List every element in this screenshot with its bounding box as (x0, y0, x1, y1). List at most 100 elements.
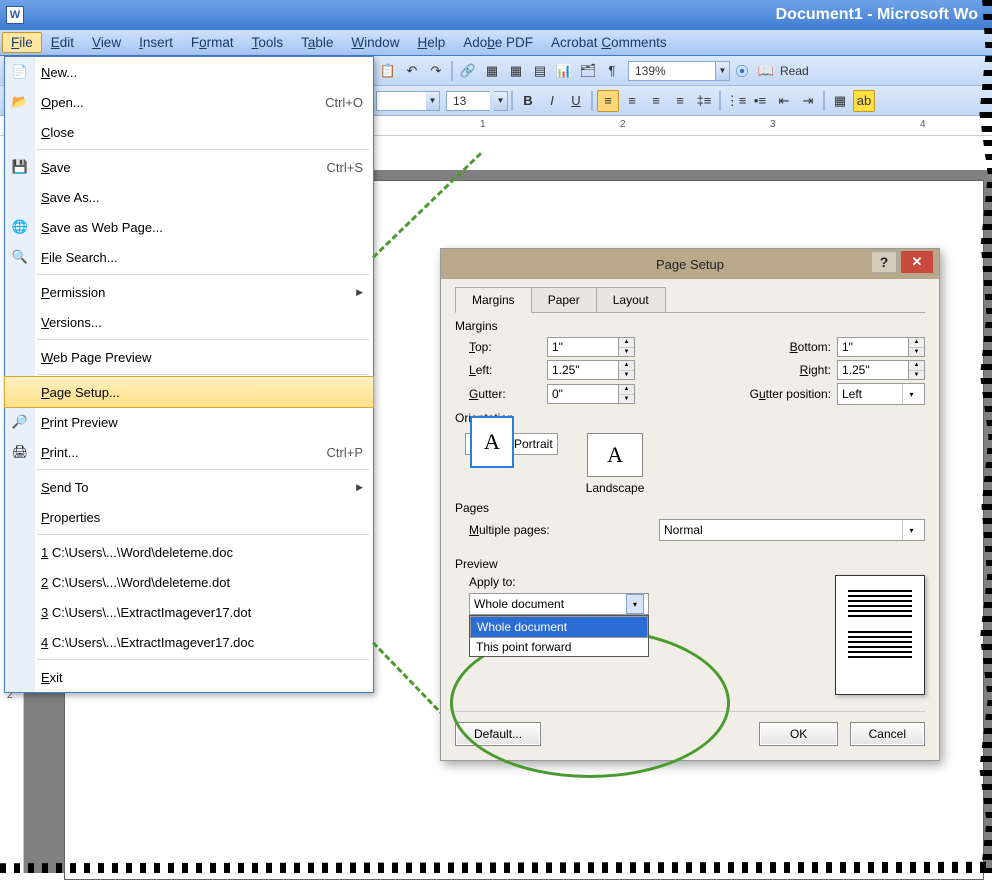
menu-edit[interactable]: Edit (42, 32, 83, 53)
pages-label: Pages (455, 501, 925, 515)
line-spacing-button[interactable]: ‡≡ (693, 90, 715, 112)
dialog-help-button[interactable]: ? (871, 251, 897, 273)
font-size-combo[interactable]: 13 (446, 91, 490, 111)
file-menu-item[interactable]: 💾SaveCtrl+S (5, 152, 373, 182)
font-size-arrow[interactable]: ▼ (494, 91, 508, 111)
border-button[interactable]: ▦ (829, 90, 851, 112)
menu-item-icon (5, 307, 35, 337)
bottom-spinner[interactable]: ▲▼ (837, 337, 925, 357)
file-menu-item[interactable]: 2 C:\Users\...\Word\deleteme.dot (5, 567, 373, 597)
multi-pages-select[interactable]: Normal▾ (659, 519, 925, 541)
menu-item-icon (5, 472, 35, 502)
right-spinner[interactable]: ▲▼ (837, 360, 925, 380)
dialog-close-button[interactable]: ✕ (901, 251, 933, 273)
top-spinner[interactable]: ▲▼ (547, 337, 635, 357)
left-spinner[interactable]: ▲▼ (547, 360, 635, 380)
gutter-pos-select[interactable]: Left▾ (837, 383, 925, 405)
zoom-combo[interactable]: 139% (628, 61, 716, 81)
toolbar-icon[interactable]: ▤ (529, 60, 551, 82)
file-menu-item[interactable]: 🌐Save as Web Page... (5, 212, 373, 242)
apply-option-forward[interactable]: This point forward (470, 638, 648, 656)
menu-window[interactable]: Window (342, 32, 408, 53)
toolbar-icon[interactable]: ¶ (601, 60, 623, 82)
menu-item-icon: 💾 (5, 152, 35, 182)
toolbar-icon[interactable]: ▦ (505, 60, 527, 82)
toolbar-icon[interactable]: 🔗 (457, 60, 479, 82)
menu-file[interactable]: File (2, 32, 42, 53)
page-preview (835, 575, 925, 695)
default-button[interactable]: Default... (455, 722, 541, 746)
file-menu-item[interactable]: 🖨Print...Ctrl+P (5, 437, 373, 467)
file-menu-item[interactable]: 📂Open...Ctrl+O (5, 87, 373, 117)
tab-paper[interactable]: Paper (531, 287, 597, 313)
orientation-portrait[interactable]: A Portrait (465, 433, 558, 455)
tab-layout[interactable]: Layout (596, 287, 666, 313)
file-menu-item[interactable]: 4 C:\Users\...\ExtractImagever17.doc (5, 627, 373, 657)
file-menu-item[interactable]: Close (5, 117, 373, 147)
orientation-landscape[interactable]: A Landscape (586, 433, 645, 495)
menu-item-icon: 📂 (5, 87, 35, 117)
font-dropdown-arrow[interactable]: ▼ (426, 91, 440, 111)
file-menu-item[interactable]: Save As... (5, 182, 373, 212)
file-menu-item[interactable]: 📄New... (5, 57, 373, 87)
file-menu-item[interactable]: 🔎Print Preview (5, 407, 373, 437)
file-menu-item[interactable]: 1 C:\Users\...\Word\deleteme.doc (5, 537, 373, 567)
file-menu-item[interactable]: Properties (5, 502, 373, 532)
bold-button[interactable]: B (517, 90, 539, 112)
toolbar-icon[interactable]: ▦ (481, 60, 503, 82)
align-right-button[interactable]: ≡ (645, 90, 667, 112)
read-icon[interactable]: 📖 (755, 60, 777, 82)
menu-item-label: Properties (35, 510, 363, 525)
menu-table[interactable]: Table (292, 32, 342, 53)
menu-item-label: File Search... (35, 250, 363, 265)
toolbar-icon[interactable]: 🗂 (577, 60, 599, 82)
highlight-button[interactable]: ab (853, 90, 875, 112)
menu-item-label: Print... (35, 445, 327, 460)
ok-button[interactable]: OK (759, 722, 838, 746)
align-center-button[interactable]: ≡ (621, 90, 643, 112)
menu-tools[interactable]: Tools (243, 32, 293, 53)
menu-insert[interactable]: Insert (130, 32, 182, 53)
read-label[interactable]: Read (780, 64, 809, 78)
file-menu-item[interactable]: Send To (5, 472, 373, 502)
file-menu-item[interactable]: Web Page Preview (5, 342, 373, 372)
file-menu-item[interactable]: Permission (5, 277, 373, 307)
dialog-title: Page Setup (656, 257, 724, 272)
underline-button[interactable]: U (565, 90, 587, 112)
file-menu-item[interactable]: Versions... (5, 307, 373, 337)
bullet-list-button[interactable]: •≡ (749, 90, 771, 112)
toolbar-icon[interactable]: 📊 (553, 60, 575, 82)
menu-view[interactable]: View (83, 32, 130, 53)
align-left-button[interactable]: ≡ (597, 90, 619, 112)
menu-item-label: Web Page Preview (35, 350, 363, 365)
menu-item-icon (5, 377, 35, 407)
italic-button[interactable]: I (541, 90, 563, 112)
zoom-dropdown-arrow[interactable]: ▼ (716, 61, 730, 81)
help-icon[interactable]: ⦿ (731, 60, 753, 82)
file-menu-item[interactable]: 3 C:\Users\...\ExtractImagever17.dot (5, 597, 373, 627)
toolbar-icon[interactable]: ↶ (401, 60, 423, 82)
font-combo[interactable] (376, 91, 426, 111)
menu-item-label: Exit (35, 670, 363, 685)
numbered-list-button[interactable]: ⋮≡ (725, 90, 747, 112)
outdent-button[interactable]: ⇤ (773, 90, 795, 112)
toolbar-icon[interactable]: 📋 (377, 60, 399, 82)
file-menu-item[interactable]: Exit (5, 662, 373, 692)
tab-margins[interactable]: Margins (455, 287, 532, 313)
menu-acrobat-comments[interactable]: Acrobat Comments (542, 32, 676, 53)
file-menu-item[interactable]: Page Setup... (4, 376, 374, 408)
menu-format[interactable]: Format (182, 32, 243, 53)
file-menu-item[interactable]: 🔍File Search... (5, 242, 373, 272)
menu-item-label: 4 C:\Users\...\ExtractImagever17.doc (35, 635, 363, 650)
menu-adobe-pdf[interactable]: Adobe PDF (454, 32, 542, 53)
toolbar-icon[interactable]: ↷ (425, 60, 447, 82)
align-justify-button[interactable]: ≡ (669, 90, 691, 112)
cancel-button[interactable]: Cancel (850, 722, 925, 746)
gutter-spinner[interactable]: ▲▼ (547, 384, 635, 404)
menu-help[interactable]: Help (408, 32, 454, 53)
left-label: Left: (469, 363, 547, 377)
apply-to-select[interactable]: Whole document▾ (469, 593, 649, 615)
menu-item-label: 2 C:\Users\...\Word\deleteme.dot (35, 575, 363, 590)
indent-button[interactable]: ⇥ (797, 90, 819, 112)
apply-option-whole[interactable]: Whole document (470, 616, 648, 638)
